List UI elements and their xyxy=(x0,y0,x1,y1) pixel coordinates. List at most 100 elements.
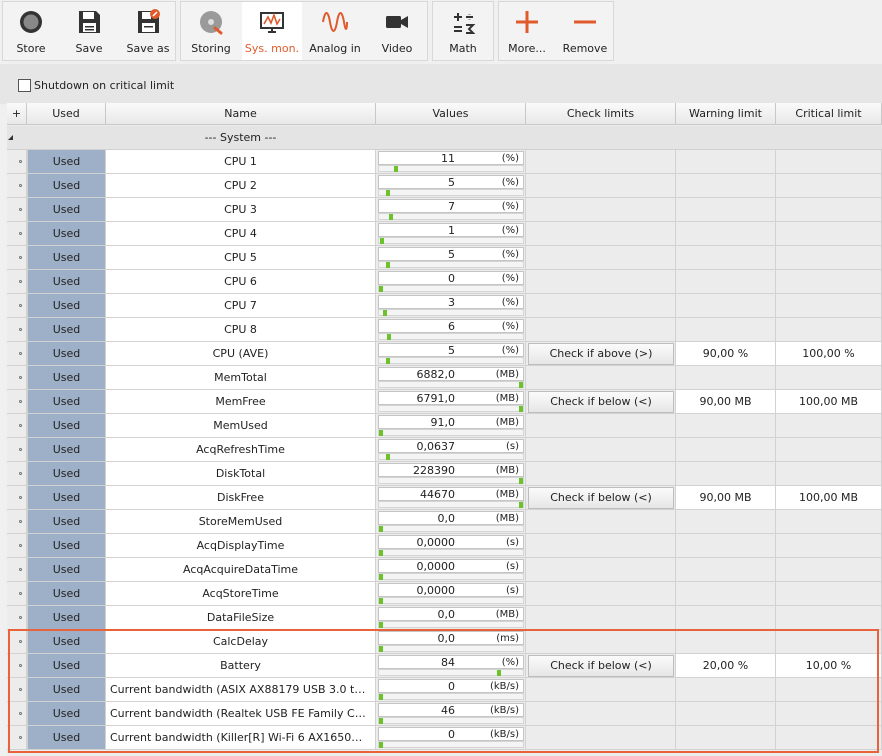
table-row[interactable]: Used CalcDelay 0,0 (ms) xyxy=(7,630,882,654)
used-toggle[interactable]: Used xyxy=(27,438,106,462)
row-expander[interactable] xyxy=(7,246,27,270)
used-toggle[interactable]: Used xyxy=(27,462,106,486)
table-row[interactable]: Used AcqDisplayTime 0,0000 (s) xyxy=(7,534,882,558)
critical-limit-field[interactable] xyxy=(776,150,882,174)
check-limits-cell[interactable] xyxy=(526,438,676,462)
used-toggle[interactable]: Used xyxy=(27,246,106,270)
table-row[interactable]: Used CPU 2 5 (%) xyxy=(7,174,882,198)
used-toggle[interactable]: Used xyxy=(27,510,106,534)
check-limits-cell[interactable] xyxy=(526,678,676,702)
row-expander[interactable] xyxy=(7,630,27,654)
row-expander[interactable] xyxy=(7,174,27,198)
critical-limit-field[interactable] xyxy=(776,174,882,198)
row-expander[interactable] xyxy=(7,390,27,414)
critical-limit-field[interactable] xyxy=(776,366,882,390)
warning-limit-field[interactable] xyxy=(676,606,776,630)
check-limits-cell[interactable] xyxy=(526,414,676,438)
check-limits-cell[interactable] xyxy=(526,294,676,318)
table-row[interactable]: Used Current bandwidth (Killer[R] Wi-Fi 6… xyxy=(7,726,882,750)
check-limits-cell[interactable] xyxy=(526,318,676,342)
row-expander[interactable] xyxy=(7,558,27,582)
table-row[interactable]: Used CPU 8 6 (%) xyxy=(7,318,882,342)
group-row-system[interactable]: --- System --- xyxy=(7,126,882,150)
table-row[interactable]: Used MemFree 6791,0 (MB) Check if below (<) 9… xyxy=(7,390,882,414)
used-toggle[interactable]: Used xyxy=(27,414,106,438)
used-toggle[interactable]: Used xyxy=(27,630,106,654)
check-limits-cell[interactable] xyxy=(526,510,676,534)
table-row[interactable]: Used AcqAcquireDataTime 0,0000 (s) xyxy=(7,558,882,582)
table-row[interactable]: Used AcqRefreshTime 0,0637 (s) xyxy=(7,438,882,462)
critical-limit-field[interactable] xyxy=(776,222,882,246)
col-header-critical-limit[interactable]: Critical limit xyxy=(776,103,882,125)
critical-limit-field[interactable] xyxy=(776,438,882,462)
table-row[interactable]: Used Current bandwidth (ASIX AX88179 USB … xyxy=(7,678,882,702)
check-limits-cell[interactable] xyxy=(526,462,676,486)
more-button[interactable]: More... xyxy=(499,2,555,60)
shutdown-checkbox[interactable] xyxy=(18,78,31,92)
table-row[interactable]: Used MemUsed 91,0 (MB) xyxy=(7,414,882,438)
col-header-name[interactable]: Name xyxy=(106,103,376,125)
warning-limit-field[interactable] xyxy=(676,726,776,750)
check-limits-cell[interactable] xyxy=(526,366,676,390)
table-row[interactable]: Used CPU 7 3 (%) xyxy=(7,294,882,318)
used-toggle[interactable]: Used xyxy=(27,534,106,558)
check-limits-cell[interactable] xyxy=(526,582,676,606)
row-expander[interactable] xyxy=(7,198,27,222)
table-row[interactable]: Used DiskFree 44670 (MB) Check if below (<) 9… xyxy=(7,486,882,510)
warning-limit-field[interactable] xyxy=(676,582,776,606)
row-expander[interactable] xyxy=(7,150,27,174)
row-expander[interactable] xyxy=(7,222,27,246)
table-row[interactable]: Used CPU 5 5 (%) xyxy=(7,246,882,270)
check-limits-cell[interactable] xyxy=(526,198,676,222)
table-row[interactable]: Used CPU 6 0 (%) xyxy=(7,270,882,294)
col-header-used[interactable]: Used xyxy=(27,103,106,125)
critical-limit-field[interactable] xyxy=(776,414,882,438)
table-row[interactable]: Used Battery 84 (%) Check if below (<) 20,00 … xyxy=(7,654,882,678)
critical-limit-field[interactable] xyxy=(776,462,882,486)
table-row[interactable]: Used StoreMemUsed 0,0 (MB) xyxy=(7,510,882,534)
shutdown-option[interactable]: Shutdown on critical limit xyxy=(18,77,174,93)
analog-in-button[interactable]: Analog in xyxy=(305,2,365,60)
check-limits-button[interactable]: Check if below (<) xyxy=(528,391,674,413)
warning-limit-field[interactable]: 20,00 % xyxy=(676,654,776,678)
used-toggle[interactable]: Used xyxy=(27,270,106,294)
check-limits-button[interactable]: Check if above (>) xyxy=(528,343,674,365)
used-toggle[interactable]: Used xyxy=(27,486,106,510)
table-row[interactable]: Used Current bandwidth (Realtek USB FE Fa… xyxy=(7,702,882,726)
table-row[interactable]: Used CPU (AVE) 5 (%) Check if above (>) 90,00… xyxy=(7,342,882,366)
check-limits-cell[interactable] xyxy=(526,222,676,246)
col-header-plus[interactable]: + xyxy=(7,103,27,125)
warning-limit-field[interactable] xyxy=(676,270,776,294)
warning-limit-field[interactable] xyxy=(676,630,776,654)
check-limits-button[interactable]: Check if below (<) xyxy=(528,487,674,509)
collapse-triangle-icon[interactable] xyxy=(8,135,13,140)
critical-limit-field[interactable] xyxy=(776,726,882,750)
warning-limit-field[interactable]: 90,00 MB xyxy=(676,486,776,510)
warning-limit-field[interactable] xyxy=(676,462,776,486)
used-toggle[interactable]: Used xyxy=(27,606,106,630)
check-limits-cell[interactable] xyxy=(526,606,676,630)
video-button[interactable]: Video xyxy=(367,2,427,60)
row-expander[interactable] xyxy=(7,654,27,678)
critical-limit-field[interactable] xyxy=(776,582,882,606)
used-toggle[interactable]: Used xyxy=(27,678,106,702)
warning-limit-field[interactable] xyxy=(676,222,776,246)
row-expander[interactable] xyxy=(7,726,27,750)
store-button[interactable]: Store xyxy=(3,2,59,60)
col-header-warning-limit[interactable]: Warning limit xyxy=(676,103,776,125)
check-limits-cell[interactable] xyxy=(526,630,676,654)
warning-limit-field[interactable] xyxy=(676,678,776,702)
critical-limit-field[interactable]: 10,00 % xyxy=(776,654,882,678)
col-header-check-limits[interactable]: Check limits xyxy=(526,103,676,125)
warning-limit-field[interactable]: 90,00 MB xyxy=(676,390,776,414)
critical-limit-field[interactable] xyxy=(776,270,882,294)
row-expander[interactable] xyxy=(7,678,27,702)
warning-limit-field[interactable]: 90,00 % xyxy=(676,342,776,366)
save-as-button[interactable]: Save as xyxy=(119,2,177,60)
used-toggle[interactable]: Used xyxy=(27,342,106,366)
used-toggle[interactable]: Used xyxy=(27,198,106,222)
critical-limit-field[interactable] xyxy=(776,510,882,534)
row-expander[interactable] xyxy=(7,534,27,558)
table-row[interactable]: Used DiskTotal 228390 (MB) xyxy=(7,462,882,486)
critical-limit-field[interactable]: 100,00 MB xyxy=(776,486,882,510)
